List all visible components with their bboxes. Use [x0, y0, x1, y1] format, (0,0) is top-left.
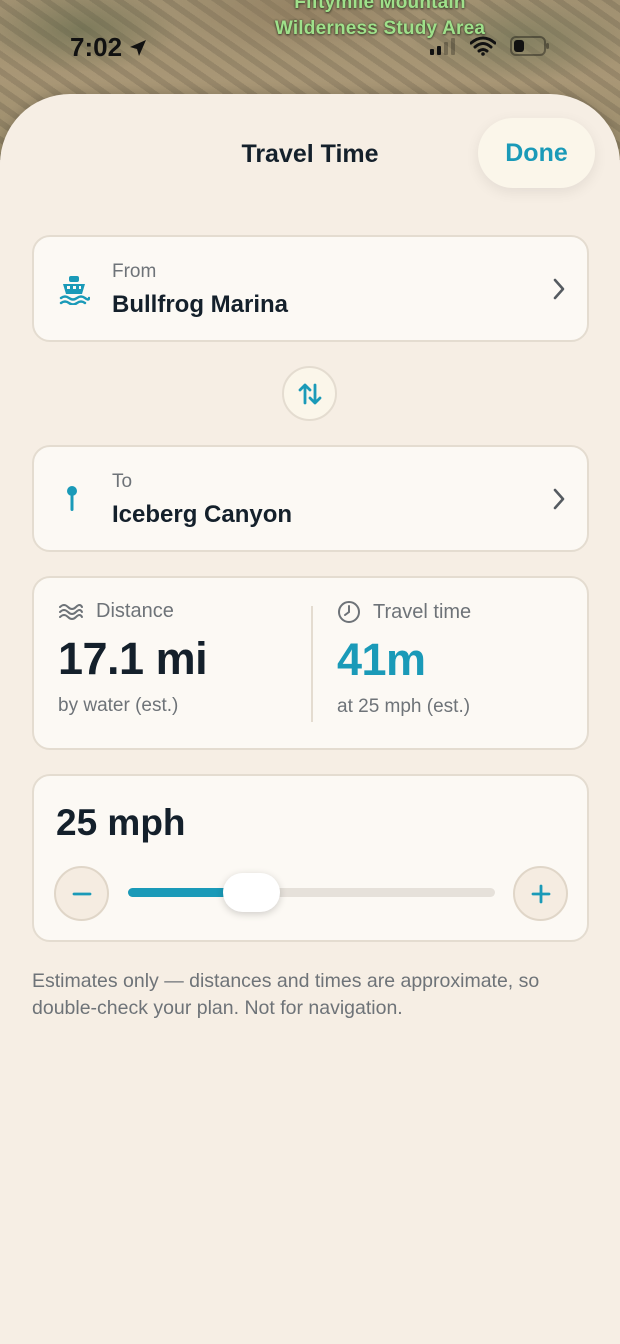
distance-value: 17.1 mi: [58, 633, 208, 684]
speed-value: 25 mph: [56, 802, 186, 843]
travel-time-value: 41m: [337, 634, 426, 685]
increase-speed-button[interactable]: [513, 866, 568, 921]
travel-time-label: Travel time: [373, 600, 472, 623]
from-value: Bullfrog Marina: [112, 291, 289, 318]
from-label: From: [112, 261, 157, 282]
speed-slider[interactable]: [128, 873, 495, 912]
status-time-text: 7:02: [70, 32, 123, 62]
clock-icon: [338, 601, 360, 623]
done-button[interactable]: Done: [478, 118, 595, 188]
status-bar-indicators: [430, 36, 550, 56]
cellular-signal-icon: [430, 38, 455, 55]
to-label: To: [112, 471, 133, 492]
travel-time-sheet: Travel Time Done From Bullfrog Marina To…: [0, 94, 620, 1344]
stats-divider: [311, 606, 313, 722]
speed-card: 25 mph: [32, 774, 589, 942]
trip-stats-card: Distance 17.1 mi by water (est.) Travel …: [32, 576, 589, 750]
minus-icon: [72, 892, 91, 895]
map-area-label-line1: Fiftymile Mountain: [294, 0, 466, 13]
location-arrow-icon: [130, 39, 147, 56]
travel-time-stat: Travel time 41m at 25 mph (est.): [337, 600, 471, 718]
decrease-speed-button[interactable]: [54, 866, 109, 921]
from-location-row[interactable]: From Bullfrog Marina: [32, 235, 589, 342]
distance-subtext: by water (est.): [58, 695, 179, 716]
disclaimer-text: Estimates only — distances and times are…: [32, 970, 540, 1019]
travel-time-subtext: at 25 mph (est.): [337, 696, 471, 717]
speed-slider-thumb[interactable]: [222, 873, 280, 912]
chevron-right-icon: [553, 278, 565, 300]
status-bar-time: 7:02: [70, 32, 148, 63]
to-location-row[interactable]: To Iceberg Canyon: [32, 445, 589, 552]
plus-icon: [531, 884, 550, 903]
to-value: Iceberg Canyon: [112, 501, 293, 528]
distance-label: Distance: [96, 600, 174, 622]
waves-icon: [59, 603, 83, 620]
swap-vertical-icon: [298, 383, 321, 404]
ferry-icon: [59, 276, 90, 305]
distance-stat: Distance 17.1 mi by water (est.): [58, 600, 208, 717]
swap-locations-button[interactable]: [282, 366, 337, 421]
pin-icon: [67, 486, 77, 511]
battery-icon: [510, 36, 549, 56]
chevron-right-icon: [553, 488, 565, 510]
wifi-icon: [470, 36, 496, 56]
